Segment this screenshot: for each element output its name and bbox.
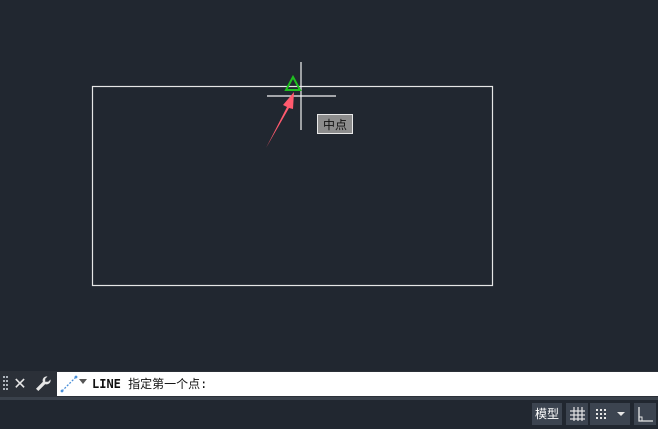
- chevron-down-icon[interactable]: [79, 379, 87, 384]
- ortho-button[interactable]: [634, 403, 656, 425]
- command-prompt: LINE 指定第一个点:: [92, 372, 207, 396]
- line-command-icon[interactable]: [59, 374, 79, 394]
- drawing-canvas[interactable]: 中点: [0, 0, 658, 368]
- snap-mode-button[interactable]: [590, 403, 630, 425]
- close-icon[interactable]: ✕: [12, 373, 28, 395]
- ortho-icon: [638, 407, 653, 422]
- snap-icon: [596, 409, 606, 419]
- command-prompt-text: 指定第一个点:: [128, 377, 208, 391]
- model-tab[interactable]: 模型: [532, 403, 563, 425]
- snap-tooltip: 中点: [317, 114, 354, 134]
- grid-icon: [570, 407, 585, 421]
- drawn-rectangle[interactable]: [91, 85, 494, 287]
- command-line-bar: ✕ LINE 指定第一个点:: [0, 371, 658, 397]
- grip-handle-icon[interactable]: [3, 376, 9, 392]
- command-name: LINE: [92, 377, 121, 391]
- wrench-icon[interactable]: [33, 374, 53, 394]
- drawing-svg[interactable]: [0, 0, 658, 368]
- annotation-arrow: [266, 92, 294, 148]
- status-bar: 模型: [0, 400, 658, 429]
- grid-button[interactable]: [566, 403, 588, 425]
- dropdown-icon[interactable]: [612, 403, 630, 425]
- command-input[interactable]: LINE 指定第一个点:: [57, 372, 658, 396]
- midpoint-snap-marker: [284, 74, 302, 91]
